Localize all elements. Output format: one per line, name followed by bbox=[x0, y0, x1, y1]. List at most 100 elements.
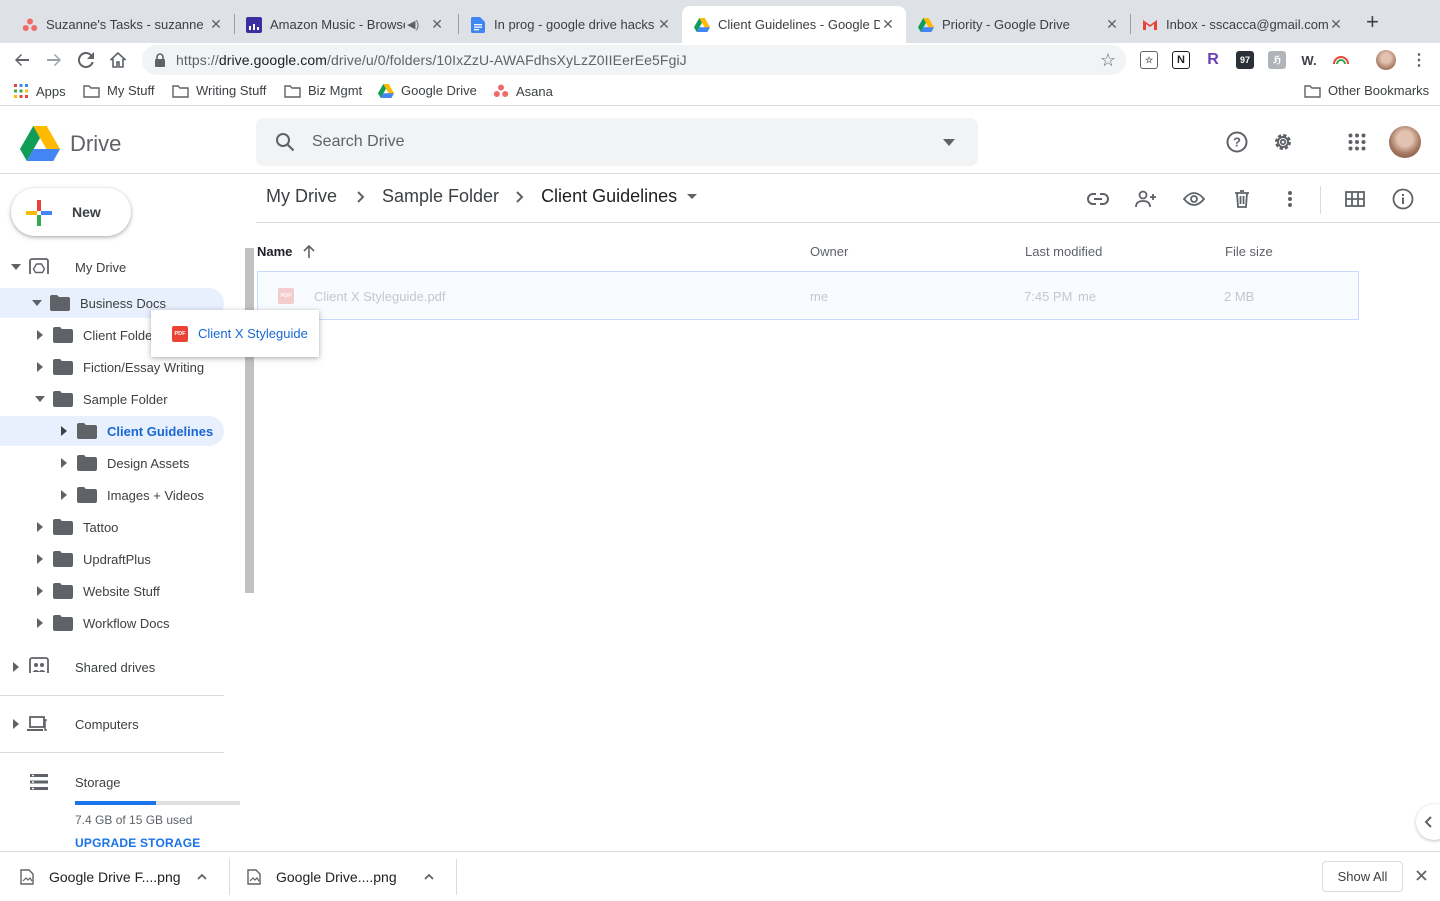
close-icon[interactable]: ✕ bbox=[880, 16, 896, 33]
new-button[interactable]: New bbox=[11, 188, 131, 236]
collapsed-arrow-icon[interactable] bbox=[35, 522, 45, 532]
share-add-person-icon[interactable] bbox=[1134, 187, 1158, 211]
account-avatar[interactable] bbox=[1389, 126, 1421, 158]
sidebar-item-computers[interactable]: Computers bbox=[0, 709, 224, 739]
column-header-last-modified[interactable]: Last modified bbox=[1025, 244, 1102, 259]
collapsed-arrow-icon[interactable] bbox=[11, 719, 21, 729]
sidebar-item-updraftplus[interactable]: UpdraftPlus bbox=[0, 544, 224, 574]
grid-view-icon[interactable] bbox=[1343, 187, 1367, 211]
upgrade-storage-link[interactable]: UPGRADE STORAGE bbox=[75, 836, 200, 850]
browser-tab[interactable]: Amazon Music - Browse ◀) ✕ bbox=[234, 6, 458, 43]
sidebar-item-client-folder[interactable]: Client Folde bbox=[0, 320, 152, 350]
bookmark-apps[interactable]: Apps bbox=[13, 83, 66, 99]
sidebar-item-workflow-docs[interactable]: Workflow Docs bbox=[0, 608, 224, 638]
sidebar-item-sample-folder[interactable]: Sample Folder bbox=[0, 384, 224, 414]
extension-97-icon[interactable]: 97 bbox=[1236, 51, 1254, 69]
close-icon[interactable]: ✕ bbox=[1328, 16, 1344, 33]
show-all-button[interactable]: Show All bbox=[1322, 861, 1403, 892]
column-header-file-size[interactable]: File size bbox=[1225, 244, 1273, 259]
chevron-down-icon[interactable] bbox=[687, 194, 698, 199]
bookmark-my-stuff[interactable]: My Stuff bbox=[83, 83, 154, 98]
breadcrumb-my-drive[interactable]: My Drive bbox=[266, 186, 337, 207]
back-icon[interactable] bbox=[11, 49, 33, 71]
extension-n-icon[interactable]: N bbox=[1172, 51, 1190, 69]
sidebar-item-client-guidelines[interactable]: Client Guidelines bbox=[0, 416, 224, 446]
browser-tab[interactable]: Priority - Google Drive ✕ bbox=[906, 6, 1130, 43]
chevron-up-icon[interactable] bbox=[196, 873, 207, 880]
search-input[interactable]: Search Drive bbox=[312, 133, 404, 151]
column-header-owner[interactable]: Owner bbox=[810, 244, 848, 259]
sidebar-item-my-drive[interactable]: My Drive bbox=[0, 252, 224, 282]
collapsed-arrow-icon[interactable] bbox=[35, 618, 45, 628]
more-actions-icon[interactable] bbox=[1278, 187, 1302, 211]
preview-eye-icon[interactable] bbox=[1182, 187, 1206, 211]
drive-logo[interactable]: Drive bbox=[20, 126, 121, 161]
close-icon[interactable]: ✕ bbox=[429, 16, 445, 33]
expanded-arrow-icon[interactable] bbox=[32, 298, 42, 308]
collapsed-arrow-icon[interactable] bbox=[35, 330, 45, 340]
bookmark-asana[interactable]: Asana bbox=[493, 83, 553, 99]
info-icon[interactable] bbox=[1391, 187, 1415, 211]
extension-reader-icon[interactable]: ☆ bbox=[1140, 51, 1158, 69]
forward-icon[interactable] bbox=[43, 49, 65, 71]
column-header-name[interactable]: Name bbox=[257, 244, 292, 259]
address-bar[interactable]: https://drive.google.com/drive/u/0/folde… bbox=[142, 45, 1126, 75]
collapsed-arrow-icon[interactable] bbox=[11, 662, 21, 672]
breadcrumb-sample-folder[interactable]: Sample Folder bbox=[382, 186, 499, 207]
sidebar-item-images-videos[interactable]: Images + Videos bbox=[0, 480, 224, 510]
sidebar-item-design-assets[interactable]: Design Assets bbox=[0, 448, 224, 478]
search-icon[interactable] bbox=[275, 132, 295, 152]
browser-tab[interactable]: In prog - google drive hacks ✕ bbox=[458, 6, 682, 43]
sidebar-item-shared-drives[interactable]: Shared drives bbox=[0, 652, 224, 682]
expanded-arrow-icon[interactable] bbox=[11, 262, 21, 272]
sidebar-item-storage[interactable]: Storage bbox=[0, 767, 224, 797]
side-panel-toggle[interactable] bbox=[1416, 804, 1440, 840]
new-tab-button[interactable]: + bbox=[1366, 11, 1379, 33]
close-icon[interactable]: ✕ bbox=[656, 16, 672, 33]
bookmark-google-drive[interactable]: Google Drive bbox=[378, 83, 477, 98]
trash-icon[interactable] bbox=[1230, 187, 1254, 211]
expanded-arrow-icon[interactable] bbox=[35, 394, 45, 404]
bookmark-writing-stuff[interactable]: Writing Stuff bbox=[172, 83, 266, 98]
bookmark-biz-mgmt[interactable]: Biz Mgmt bbox=[284, 83, 362, 98]
collapsed-arrow-icon[interactable] bbox=[35, 362, 45, 372]
google-apps-icon[interactable] bbox=[1345, 130, 1369, 154]
extension-w-icon[interactable]: W. bbox=[1300, 51, 1318, 69]
search-options-icon[interactable] bbox=[943, 139, 955, 146]
search-bar[interactable]: Search Drive bbox=[256, 118, 978, 166]
sidebar-scrollbar[interactable] bbox=[245, 248, 254, 593]
collapsed-arrow-icon[interactable] bbox=[59, 458, 69, 468]
extension-r-icon[interactable]: R bbox=[1204, 51, 1222, 69]
drag-preview[interactable]: PDF Client X Styleguide bbox=[151, 310, 319, 357]
download-item[interactable]: Google Drive....png bbox=[247, 852, 434, 901]
collapsed-arrow-icon[interactable] bbox=[59, 426, 69, 436]
bookmark-star-icon[interactable]: ☆ bbox=[1100, 50, 1116, 71]
browser-tab[interactable]: Inbox - sscacca@gmail.com ✕ bbox=[1130, 6, 1354, 43]
extension-rainbow-icon[interactable] bbox=[1332, 51, 1350, 69]
browser-tab-active[interactable]: Client Guidelines - Google D ✕ bbox=[682, 6, 906, 43]
close-icon[interactable]: ✕ bbox=[1104, 16, 1120, 33]
get-link-icon[interactable] bbox=[1086, 187, 1110, 211]
collapsed-arrow-icon[interactable] bbox=[35, 586, 45, 596]
download-item[interactable]: Google Drive F....png bbox=[20, 852, 207, 901]
sidebar-item-tattoo[interactable]: Tattoo bbox=[0, 512, 224, 542]
settings-gear-icon[interactable] bbox=[1271, 130, 1295, 154]
collapsed-arrow-icon[interactable] bbox=[59, 490, 69, 500]
home-icon[interactable] bbox=[107, 49, 129, 71]
speaker-icon[interactable]: ◀) bbox=[407, 18, 419, 31]
sort-ascending-arrow-icon[interactable] bbox=[303, 245, 315, 258]
browser-tab[interactable]: Suzanne's Tasks - suzanne ✕ bbox=[10, 6, 234, 43]
close-icon[interactable] bbox=[1416, 870, 1427, 881]
bookmark-other-bookmarks[interactable]: Other Bookmarks bbox=[1304, 83, 1429, 98]
more-vert-icon[interactable]: ⋮ bbox=[1410, 51, 1428, 69]
extension-grey-icon[interactable]: ℌ bbox=[1268, 51, 1286, 69]
collapsed-arrow-icon[interactable] bbox=[35, 554, 45, 564]
sidebar-item-website-stuff[interactable]: Website Stuff bbox=[0, 576, 224, 606]
help-icon[interactable]: ? bbox=[1225, 130, 1249, 154]
chevron-up-icon[interactable] bbox=[423, 873, 434, 880]
file-row[interactable]: PDF Client X Styleguide.pdf me 7:45 PM m… bbox=[257, 271, 1359, 320]
close-icon[interactable]: ✕ bbox=[208, 16, 224, 33]
breadcrumb-client-guidelines[interactable]: Client Guidelines bbox=[541, 186, 677, 207]
reload-icon[interactable] bbox=[75, 49, 97, 71]
profile-avatar[interactable] bbox=[1376, 50, 1396, 70]
